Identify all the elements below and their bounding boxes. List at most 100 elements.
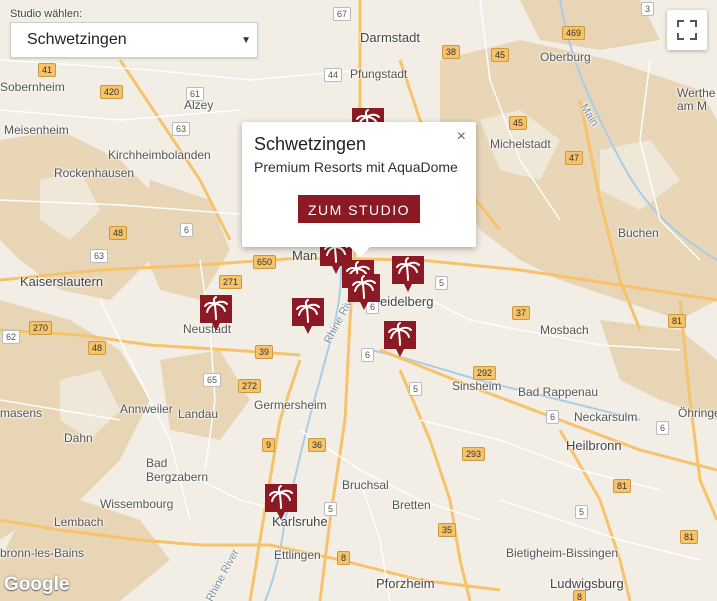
place-bronn: bronn-les-Bains bbox=[0, 546, 85, 560]
road-shield: 469 bbox=[562, 26, 586, 40]
road-shield: 292 bbox=[473, 366, 497, 380]
studio-marker[interactable] bbox=[292, 298, 324, 334]
road-shield: 37 bbox=[512, 306, 531, 320]
road-shield: 3 bbox=[641, 2, 655, 16]
place-michelstadt: Michelstadt bbox=[490, 137, 551, 151]
road-shield: 6 bbox=[361, 348, 375, 362]
place-rockenhausen: Rockenhausen bbox=[54, 166, 135, 180]
road-shield: 81 bbox=[680, 530, 699, 544]
popup-subtitle: Premium Resorts mit AquaDome bbox=[254, 159, 458, 175]
road-shield: 35 bbox=[438, 523, 457, 537]
place-meisenheim: Meisenheim bbox=[4, 123, 69, 137]
road-shield: 81 bbox=[613, 479, 632, 493]
place-wertheim: Werthe am M bbox=[677, 86, 716, 113]
fullscreen-icon bbox=[677, 20, 697, 40]
palm-marker-icon bbox=[384, 321, 416, 357]
road-shield: 63 bbox=[172, 122, 191, 136]
place-heidelberg: eidelberg bbox=[380, 294, 434, 309]
place-bad-rappenau: Bad Rappenau bbox=[518, 385, 599, 399]
place-buchen: Buchen bbox=[618, 226, 659, 240]
road-shield: 45 bbox=[491, 48, 510, 62]
place-heilbronn: Heilbronn bbox=[566, 438, 622, 453]
palm-marker-icon bbox=[392, 256, 424, 292]
road-shield: 48 bbox=[109, 226, 128, 240]
road-shield: 67 bbox=[333, 7, 352, 21]
place-bietigheim: Bietigheim-Bissingen bbox=[506, 546, 619, 560]
studio-selector: Studio wählen: Schwetzingen ▼ bbox=[10, 8, 258, 58]
road-shield: 44 bbox=[324, 68, 343, 82]
place-landau: Landau bbox=[178, 407, 219, 421]
google-logo[interactable]: Google bbox=[4, 574, 69, 596]
place-bretten: Bretten bbox=[392, 498, 431, 512]
road-shield: 5 bbox=[324, 502, 338, 516]
studio-marker[interactable] bbox=[384, 321, 416, 357]
map-canvas[interactable]: Darmstadt Pfungstadt Oberburg Werthe am … bbox=[0, 0, 717, 601]
place-dahn: Dahn bbox=[64, 431, 93, 445]
place-ettlingen: Ettlingen bbox=[274, 548, 321, 562]
road-shield: 8 bbox=[337, 551, 351, 565]
studio-select-value: Schwetzingen bbox=[27, 31, 127, 48]
road-shield: 62 bbox=[2, 330, 21, 344]
road-shield: 41 bbox=[38, 63, 57, 77]
place-neckarsulm: Neckarsulm bbox=[574, 410, 638, 424]
place-lembach: Lembach bbox=[54, 515, 104, 529]
studio-marker[interactable] bbox=[348, 274, 380, 310]
place-darmstadt: Darmstadt bbox=[360, 30, 420, 45]
road-shield: 6 bbox=[180, 223, 194, 237]
place-mannheim: Man bbox=[292, 248, 318, 263]
road-shield: 293 bbox=[462, 447, 486, 461]
road-shield: 45 bbox=[509, 116, 528, 130]
road-shield: 65 bbox=[203, 373, 222, 387]
road-shield: 6 bbox=[546, 410, 560, 424]
road-shield: 5 bbox=[575, 505, 589, 519]
road-shield: 5 bbox=[409, 382, 423, 396]
palm-marker-icon bbox=[348, 274, 380, 310]
road-shield: 81 bbox=[668, 314, 687, 328]
road-shield: 61 bbox=[186, 87, 205, 101]
palm-marker-icon bbox=[292, 298, 324, 334]
road-shield: 6 bbox=[656, 421, 670, 435]
place-mosbach: Mosbach bbox=[540, 323, 589, 337]
place-sinsheim: Sinsheim bbox=[452, 379, 502, 393]
place-masens: masens bbox=[0, 406, 43, 420]
road-shield: 63 bbox=[90, 249, 109, 263]
studio-marker[interactable] bbox=[200, 295, 232, 331]
road-shield: 48 bbox=[88, 341, 107, 355]
chevron-down-icon: ▼ bbox=[241, 34, 251, 46]
road-shield: 272 bbox=[238, 379, 262, 393]
road-shield: 420 bbox=[100, 85, 124, 99]
place-oberburg: Oberburg bbox=[540, 50, 591, 64]
popup-title: Schwetzingen bbox=[254, 134, 367, 154]
studio-marker[interactable] bbox=[392, 256, 424, 292]
place-annweiler: Annweiler bbox=[120, 402, 173, 416]
road-shield: 39 bbox=[255, 345, 274, 359]
studio-select[interactable]: Schwetzingen ▼ bbox=[10, 22, 258, 58]
place-kirchheimbolanden: Kirchheimbolanden bbox=[108, 148, 211, 162]
fullscreen-button[interactable] bbox=[667, 10, 707, 50]
road-shield: 36 bbox=[308, 438, 327, 452]
place-wissembourg: Wissembourg bbox=[100, 497, 174, 511]
place-bad-bergzabern: Bad Bergzabern bbox=[146, 456, 209, 484]
place-oehringen: Öhringe bbox=[678, 406, 717, 420]
place-ludwigsburg: Ludwigsburg bbox=[550, 576, 624, 591]
zum-studio-button[interactable]: ZUM STUDIO bbox=[298, 195, 420, 223]
road-shield: 8 bbox=[573, 590, 587, 601]
road-shield: 650 bbox=[253, 255, 277, 269]
studio-info-window: × Schwetzingen Premium Resorts mit AquaD… bbox=[242, 122, 476, 257]
place-bruchsal: Bruchsal bbox=[342, 478, 389, 492]
road-shield: 9 bbox=[262, 438, 276, 452]
place-pforzheim: Pforzheim bbox=[376, 576, 435, 591]
place-pfungstadt: Pfungstadt bbox=[350, 67, 408, 81]
place-kaiserslautern: Kaiserslautern bbox=[20, 274, 104, 289]
road-shield: 5 bbox=[435, 276, 449, 290]
place-germersheim: Germersheim bbox=[254, 398, 327, 412]
studio-marker[interactable] bbox=[265, 484, 297, 520]
palm-marker-icon bbox=[265, 484, 297, 520]
road-shield: 270 bbox=[29, 321, 53, 335]
road-shield: 271 bbox=[219, 275, 243, 289]
road-shield: 47 bbox=[565, 151, 584, 165]
close-icon[interactable]: × bbox=[457, 128, 466, 146]
palm-marker-icon bbox=[200, 295, 232, 331]
studio-selector-caption: Studio wählen: bbox=[10, 8, 83, 20]
road-shield: 38 bbox=[442, 45, 461, 59]
